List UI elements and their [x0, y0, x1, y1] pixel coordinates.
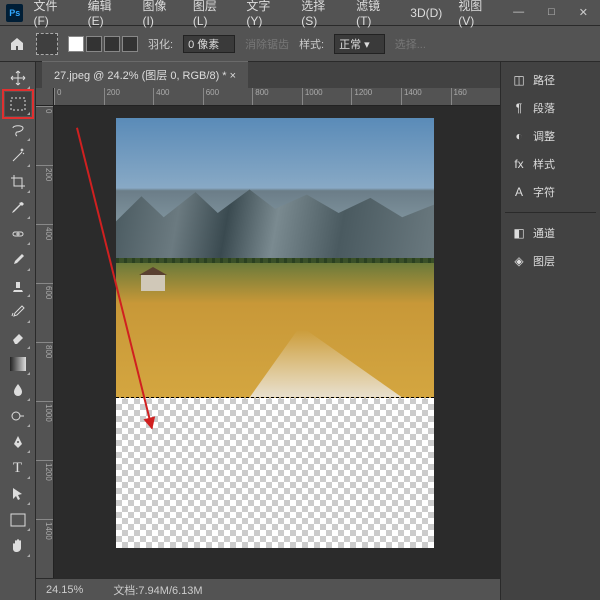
ruler-horizontal[interactable]: 0200400600800100012001400160: [54, 88, 500, 106]
antialias-label: 消除锯齿: [245, 36, 289, 52]
tool-palette: T: [0, 62, 36, 600]
healing-brush-tool[interactable]: [5, 222, 31, 246]
layers-icon: ◈: [511, 253, 527, 269]
dodge-tool[interactable]: [5, 404, 31, 428]
document-area: 27.jpeg @ 24.2% (图层 0, RGB/8) * × 020040…: [36, 62, 500, 600]
eyedropper-tool[interactable]: [5, 196, 31, 220]
panel-adjustments[interactable]: ◐调整: [505, 124, 596, 148]
image-content: [116, 118, 434, 398]
style-label: 样式:: [299, 36, 324, 52]
menu-file[interactable]: 文件(F): [27, 0, 77, 31]
menu-bar: Ps 文件(F) 编辑(E) 图像(I) 图层(L) 文字(Y) 选择(S) 滤…: [0, 0, 600, 26]
channels-icon: ◧: [511, 225, 527, 241]
feather-label: 羽化:: [148, 36, 173, 52]
canvas[interactable]: [116, 118, 434, 548]
window-controls: — □ ✕: [507, 4, 594, 21]
status-bar: 24.15% 文档:7.94M/6.13M: [36, 578, 500, 600]
menu-3d[interactable]: 3D(D): [404, 3, 448, 23]
doc-info[interactable]: 文档:7.94M/6.13M: [113, 582, 202, 598]
add-selection-button[interactable]: [86, 36, 102, 52]
zoom-level[interactable]: 24.15%: [46, 584, 83, 596]
minimize-button[interactable]: —: [507, 4, 530, 21]
lasso-tool[interactable]: [5, 118, 31, 142]
tool-preset-button[interactable]: [36, 33, 58, 55]
panel-dock: ◫路径 ¶段落 ◐调整 fx样式 A字符 ◧通道 ◈图层: [500, 62, 600, 600]
gradient-tool[interactable]: [5, 352, 31, 376]
menu-view[interactable]: 视图(V): [452, 0, 503, 31]
paths-icon: ◫: [511, 72, 527, 88]
panel-separator: [505, 212, 596, 213]
subtract-selection-button[interactable]: [104, 36, 120, 52]
selection-mode-group: [68, 36, 138, 52]
blur-tool[interactable]: [5, 378, 31, 402]
home-icon[interactable]: [8, 35, 26, 53]
eraser-tool[interactable]: [5, 326, 31, 350]
panel-channels[interactable]: ◧通道: [505, 221, 596, 245]
hand-tool[interactable]: [5, 534, 31, 558]
history-brush-tool[interactable]: [5, 300, 31, 324]
transparent-area: [116, 398, 434, 549]
brush-tool[interactable]: [5, 248, 31, 272]
menu-edit[interactable]: 编辑(E): [82, 0, 133, 31]
magic-wand-tool[interactable]: [5, 144, 31, 168]
panel-styles[interactable]: fx样式: [505, 152, 596, 176]
maximize-button[interactable]: □: [542, 4, 561, 21]
tab-strip: 27.jpeg @ 24.2% (图层 0, RGB/8) * ×: [36, 62, 500, 88]
refine-edge-button[interactable]: 选择...: [395, 36, 426, 52]
character-icon: A: [511, 184, 527, 200]
crop-tool[interactable]: [5, 170, 31, 194]
tab-close-icon[interactable]: ×: [230, 70, 236, 82]
options-bar: 羽化: 消除锯齿 样式: 正常 ▾ 选择...: [0, 26, 600, 62]
menu-filter[interactable]: 滤镜(T): [350, 0, 400, 31]
panel-layers[interactable]: ◈图层: [505, 249, 596, 273]
marquee-selection: [116, 397, 434, 399]
path-selection-tool[interactable]: [5, 482, 31, 506]
feather-input[interactable]: [183, 35, 235, 53]
menu-image[interactable]: 图像(I): [137, 0, 183, 31]
pen-tool[interactable]: [5, 430, 31, 454]
panel-paths[interactable]: ◫路径: [505, 68, 596, 92]
styles-icon: fx: [511, 156, 527, 172]
panel-paragraph[interactable]: ¶段落: [505, 96, 596, 120]
close-button[interactable]: ✕: [573, 4, 594, 21]
new-selection-button[interactable]: [68, 36, 84, 52]
move-tool[interactable]: [5, 66, 31, 90]
rectangular-marquee-tool[interactable]: [5, 92, 31, 116]
ruler-corner: [36, 88, 54, 106]
intersect-selection-button[interactable]: [122, 36, 138, 52]
document-tab[interactable]: 27.jpeg @ 24.2% (图层 0, RGB/8) * ×: [42, 61, 248, 88]
clone-stamp-tool[interactable]: [5, 274, 31, 298]
ruler-vertical[interactable]: 0200400600800100012001400: [36, 106, 54, 578]
menu-select[interactable]: 选择(S): [295, 0, 346, 31]
menu-type[interactable]: 文字(Y): [240, 0, 291, 31]
paragraph-icon: ¶: [511, 100, 527, 116]
ps-logo: Ps: [6, 4, 23, 22]
type-tool[interactable]: T: [5, 456, 31, 480]
canvas-wrapper: 0200400600800100012001400160 02004006008…: [36, 88, 500, 578]
style-select[interactable]: 正常 ▾: [334, 34, 385, 54]
panel-character[interactable]: A字符: [505, 180, 596, 204]
adjustments-icon: ◐: [511, 128, 527, 144]
menu-layer[interactable]: 图层(L): [187, 0, 237, 31]
rectangle-shape-tool[interactable]: [5, 508, 31, 532]
